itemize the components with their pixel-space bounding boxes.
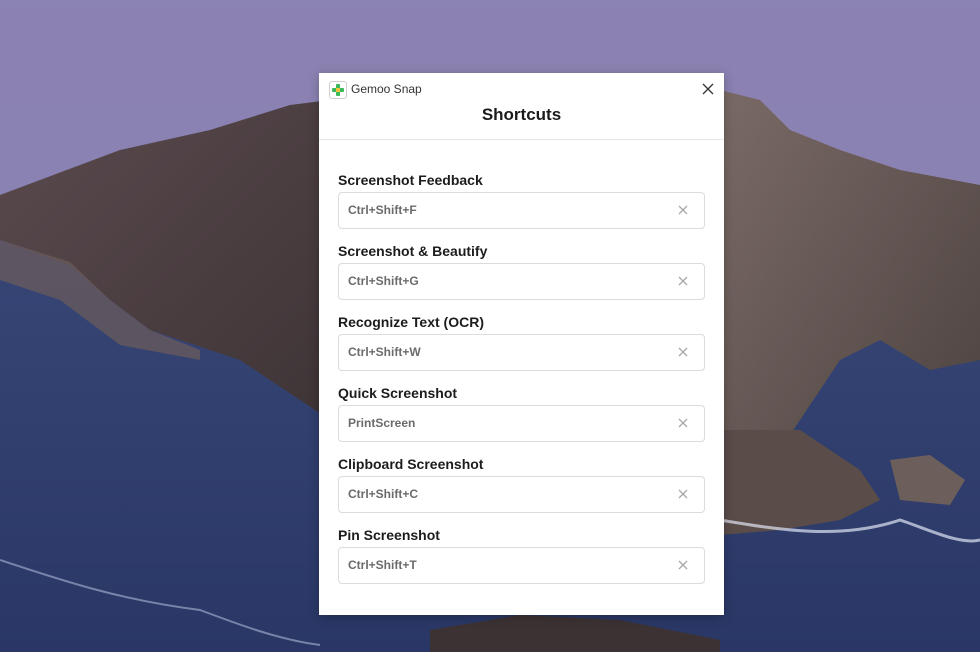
close-button[interactable] [698,79,718,99]
shortcut-field-screenshot-feedback[interactable]: Ctrl+Shift+F [338,192,705,229]
dialog-titlebar: Gemoo Snap Shortcuts [319,73,724,140]
shortcut-label: Pin Screenshot [338,527,440,543]
clear-shortcut-button[interactable] [676,274,690,288]
shortcuts-dialog: Gemoo Snap Shortcuts Screenshot Feedback… [319,73,724,615]
clear-icon [678,489,688,499]
shortcut-label: Clipboard Screenshot [338,456,484,472]
clear-shortcut-button[interactable] [676,416,690,430]
shortcut-field-recognize-text[interactable]: Ctrl+Shift+W [338,334,705,371]
shortcut-keys: Ctrl+Shift+T [348,558,417,572]
shortcut-item-pin-screenshot: Pin Screenshot Ctrl+Shift+T [338,527,705,598]
close-icon [702,83,714,95]
shortcut-item-screenshot-feedback: Screenshot Feedback Ctrl+Shift+F [338,172,705,243]
shortcut-item-quick-screenshot: Quick Screenshot PrintScreen [338,385,705,456]
clear-shortcut-button[interactable] [676,203,690,217]
shortcut-label: Screenshot & Beautify [338,243,488,259]
shortcut-keys: Ctrl+Shift+F [348,203,417,217]
shortcut-keys: PrintScreen [348,416,416,430]
clear-icon [678,276,688,286]
dialog-title: Shortcuts [481,105,562,124]
shortcut-item-clipboard-screenshot: Clipboard Screenshot Ctrl+Shift+C [338,456,705,527]
app-name: Gemoo Snap [351,82,422,96]
clear-icon [678,205,688,215]
clear-shortcut-button[interactable] [676,345,690,359]
clear-icon [678,347,688,357]
shortcut-keys: Ctrl+Shift+W [348,345,421,359]
shortcut-item-recognize-text: Recognize Text (OCR) Ctrl+Shift+W [338,314,705,385]
clear-shortcut-button[interactable] [676,487,690,501]
shortcut-label: Recognize Text (OCR) [338,314,484,330]
shortcut-keys: Ctrl+Shift+C [348,487,419,501]
shortcut-keys: Ctrl+Shift+G [348,274,419,288]
clear-icon [678,418,688,428]
clear-icon [678,560,688,570]
shortcut-label: Screenshot Feedback [338,172,483,188]
plus-logo-icon [329,81,347,99]
shortcut-field-clipboard-screenshot[interactable]: Ctrl+Shift+C [338,476,705,513]
clear-shortcut-button[interactable] [676,558,690,572]
shortcut-list: Screenshot Feedback Ctrl+Shift+F Screens… [338,172,705,598]
shortcut-item-screenshot-beautify: Screenshot & Beautify Ctrl+Shift+G [338,243,705,314]
shortcut-field-pin-screenshot[interactable]: Ctrl+Shift+T [338,547,705,584]
shortcut-field-screenshot-beautify[interactable]: Ctrl+Shift+G [338,263,705,300]
shortcut-field-quick-screenshot[interactable]: PrintScreen [338,405,705,442]
shortcut-label: Quick Screenshot [338,385,458,401]
